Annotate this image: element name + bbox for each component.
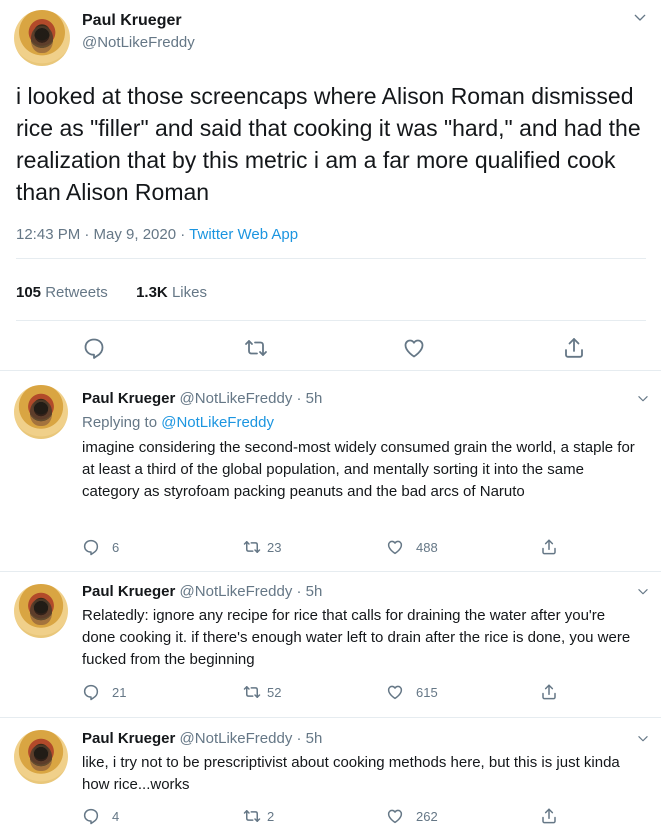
reply-icon[interactable]	[82, 683, 100, 701]
likes-label: Likes	[171, 284, 207, 301]
avatar[interactable]	[14, 584, 68, 638]
replying-to-label: Replying to	[82, 414, 158, 431]
reply-header: Paul Krueger @NotLikeFreddy · 5h	[82, 730, 322, 747]
share-icon[interactable]	[562, 336, 586, 360]
divider	[16, 258, 646, 259]
avatar[interactable]	[14, 385, 68, 439]
reply-count: 6	[112, 540, 120, 555]
replying-to: Replying to @NotLikeFreddy	[82, 414, 274, 431]
reply-text: Relatedly: ignore any recipe for rice th…	[82, 607, 631, 668]
chevron-down-icon[interactable]	[632, 10, 648, 26]
main-tweet: Paul Krueger @NotLikeFreddy i looked at …	[0, 0, 661, 371]
likes-count: 1.3K	[136, 284, 168, 301]
reply-icon[interactable]	[82, 538, 100, 556]
retweet-count: 2	[267, 809, 275, 824]
like-icon[interactable]	[402, 336, 426, 360]
reply-icon[interactable]	[82, 336, 106, 360]
reply-count: 4	[112, 809, 120, 824]
reply-tweet[interactable]: Paul Krueger @NotLikeFreddy · 5h like, i…	[0, 718, 661, 830]
reply-text: like, i try not to be prescriptivist abo…	[82, 754, 620, 793]
like-icon[interactable]	[386, 683, 404, 701]
author-handle[interactable]: @NotLikeFreddy	[180, 390, 293, 407]
divider	[16, 320, 646, 321]
author-handle[interactable]: @NotLikeFreddy	[180, 583, 293, 600]
reply-text: imagine considering the second-most wide…	[82, 439, 635, 500]
reply-count: 21	[112, 685, 127, 700]
replying-to-handle[interactable]: @NotLikeFreddy	[161, 414, 274, 431]
like-count: 488	[416, 540, 438, 555]
retweets-count: 105	[16, 284, 42, 301]
author-name[interactable]: Paul Krueger	[82, 390, 175, 407]
avatar[interactable]	[14, 10, 70, 66]
tweet-text: i looked at those screencaps where Aliso…	[16, 83, 648, 205]
author-name[interactable]: Paul Krueger	[82, 12, 182, 30]
share-icon[interactable]	[540, 538, 558, 556]
reply-tweet[interactable]: Paul Krueger @NotLikeFreddy · 5h Related…	[0, 572, 661, 718]
retweet-icon[interactable]	[243, 683, 261, 701]
retweet-count: 23	[267, 540, 282, 555]
share-icon[interactable]	[540, 807, 558, 825]
retweet-icon[interactable]	[243, 807, 261, 825]
reply-tweet[interactable]: Paul Krueger @NotLikeFreddy · 5h Replyin…	[0, 371, 661, 572]
retweet-count: 52	[267, 685, 282, 700]
reply-icon[interactable]	[82, 807, 100, 825]
author-handle[interactable]: @NotLikeFreddy	[180, 730, 293, 747]
reply-time[interactable]: · 5h	[297, 390, 323, 407]
like-icon[interactable]	[386, 538, 404, 556]
author-name[interactable]: Paul Krueger	[82, 583, 175, 600]
like-count: 615	[416, 685, 438, 700]
avatar[interactable]	[14, 730, 68, 784]
tweet-timestamp[interactable]: 12:43 PM · May 9, 2020 ·	[16, 226, 189, 243]
tweet-meta: 12:43 PM · May 9, 2020 · Twitter Web App	[16, 226, 298, 243]
retweets-label: Retweets	[45, 284, 108, 301]
like-count: 262	[416, 809, 438, 824]
reply-time[interactable]: · 5h	[297, 730, 323, 747]
author-name[interactable]: Paul Krueger	[82, 730, 175, 747]
retweet-icon[interactable]	[243, 538, 261, 556]
chevron-down-icon[interactable]	[636, 732, 650, 746]
retweets-stat[interactable]: 105 Retweets	[16, 284, 112, 301]
reply-header: Paul Krueger @NotLikeFreddy · 5h	[82, 583, 322, 600]
source-app-link[interactable]: Twitter Web App	[189, 226, 298, 243]
author-handle[interactable]: @NotLikeFreddy	[82, 34, 195, 51]
share-icon[interactable]	[540, 683, 558, 701]
reply-time[interactable]: · 5h	[297, 583, 323, 600]
like-icon[interactable]	[386, 807, 404, 825]
tweet-stats: 105 Retweets 1.3K Likes	[16, 284, 207, 301]
chevron-down-icon[interactable]	[636, 585, 650, 599]
retweet-icon[interactable]	[244, 336, 268, 360]
likes-stat[interactable]: 1.3K Likes	[136, 284, 207, 301]
reply-header: Paul Krueger @NotLikeFreddy · 5h	[82, 390, 322, 407]
chevron-down-icon[interactable]	[636, 392, 650, 406]
